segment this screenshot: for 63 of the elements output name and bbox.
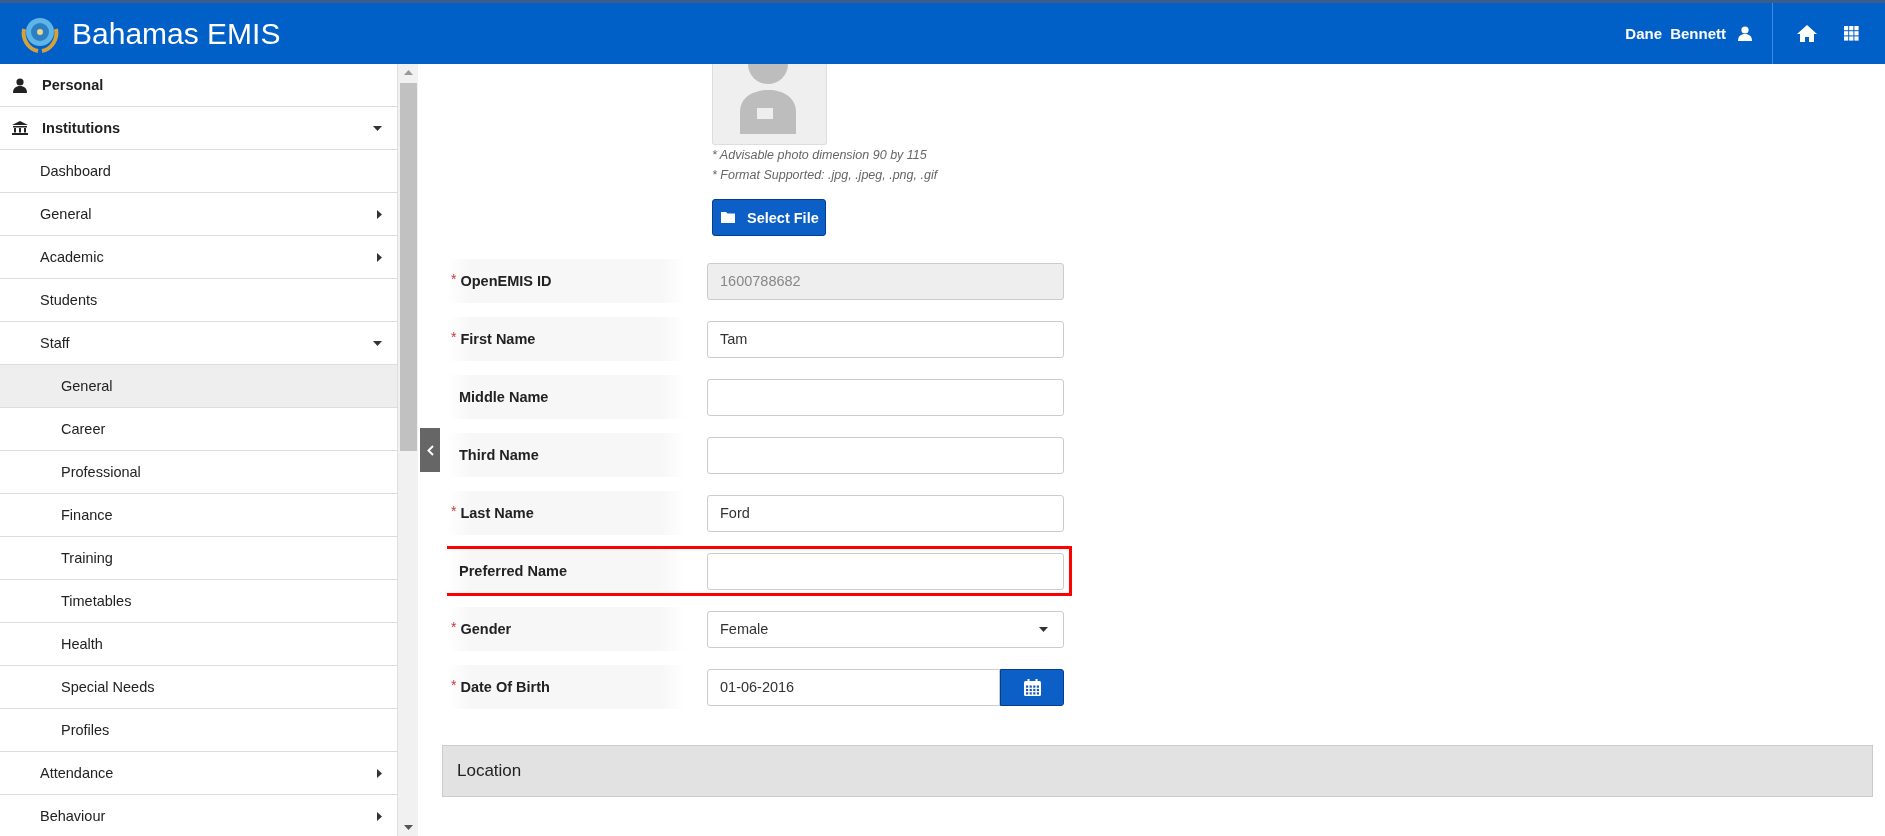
date-field[interactable]: 01-06-2016	[707, 668, 1000, 706]
text-field[interactable]: Ford	[707, 494, 1064, 532]
required-mark: *	[451, 503, 457, 519]
gender-dropdown[interactable]: Female	[707, 610, 1064, 648]
caret-right-icon	[377, 252, 382, 262]
text-field[interactable]: Tam	[707, 320, 1064, 358]
section-header[interactable]: Location	[442, 745, 1873, 797]
scroll-down-icon[interactable]	[403, 825, 413, 830]
caret-right-icon	[377, 209, 382, 219]
scroll-up-icon[interactable]	[403, 70, 413, 75]
required-mark: *	[451, 271, 457, 287]
sidebar-item[interactable]: General	[0, 193, 397, 236]
field-label: Date Of Birth	[460, 679, 550, 695]
sidebar-item[interactable]: Dashboard	[0, 150, 397, 193]
chevron-left-icon	[426, 444, 434, 456]
caret-right-icon	[377, 768, 382, 778]
sidebar-item[interactable]: Professional	[0, 451, 397, 494]
sidebar-item[interactable]: Personal	[0, 64, 397, 107]
caret-down-icon	[373, 125, 382, 131]
calendar-button[interactable]	[1000, 668, 1064, 706]
caret-down-icon	[373, 340, 382, 346]
sidebar-item[interactable]: Behaviour	[0, 795, 397, 836]
app-title: Bahamas EMIS	[72, 16, 281, 51]
sidebar-item[interactable]: Institutions	[0, 107, 397, 150]
required-mark: *	[451, 329, 457, 345]
field-label: Middle Name	[459, 389, 549, 405]
sidebar-item[interactable]: Career	[0, 408, 397, 451]
folder-icon	[721, 212, 735, 223]
sidebar-item[interactable]: Attendance	[0, 752, 397, 795]
home-icon[interactable]	[1797, 25, 1817, 42]
user-icon[interactable]	[1738, 26, 1752, 41]
text-field[interactable]	[707, 436, 1064, 474]
user-icon	[12, 77, 28, 93]
sidebar-item[interactable]: Academic	[0, 236, 397, 279]
caret-right-icon	[377, 811, 382, 821]
apps-grid-icon[interactable]	[1844, 26, 1859, 41]
field-label: Preferred Name	[459, 563, 567, 579]
text-field[interactable]	[707, 552, 1064, 590]
text-field[interactable]	[707, 378, 1064, 416]
sidebar-item[interactable]: Timetables	[0, 580, 397, 623]
required-mark: *	[451, 677, 457, 693]
sidebar-item[interactable]: Health	[0, 623, 397, 666]
photo-note: * Format Supported: .jpg, .jpeg, .png, .gif	[712, 167, 938, 184]
bank-icon	[12, 121, 28, 135]
sidebar-item[interactable]: General	[0, 365, 397, 408]
sidebar-item[interactable]: Students	[0, 279, 397, 322]
select-file-button[interactable]: Select File	[712, 199, 826, 236]
caret-down-icon	[1039, 626, 1048, 632]
sidebar-item[interactable]: Special Needs	[0, 666, 397, 709]
sidebar-item[interactable]: Profiles	[0, 709, 397, 752]
user-name[interactable]: Dane Bennett	[1625, 25, 1726, 42]
sidebar-item[interactable]: Training	[0, 537, 397, 580]
photo-note: * Advisable photo dimension 90 by 115	[712, 147, 927, 164]
field-label: Third Name	[459, 447, 539, 463]
field-label: OpenEMIS ID	[460, 273, 552, 289]
field-label: Gender	[460, 621, 512, 637]
scrollbar[interactable]	[398, 64, 418, 836]
calendar-icon	[1023, 678, 1041, 696]
sidebar-item[interactable]: Finance	[0, 494, 397, 537]
required-mark: *	[451, 619, 457, 635]
field-label: First Name	[460, 331, 536, 347]
field-label: Last Name	[460, 505, 534, 521]
collapse-sidebar-button[interactable]	[420, 428, 440, 472]
